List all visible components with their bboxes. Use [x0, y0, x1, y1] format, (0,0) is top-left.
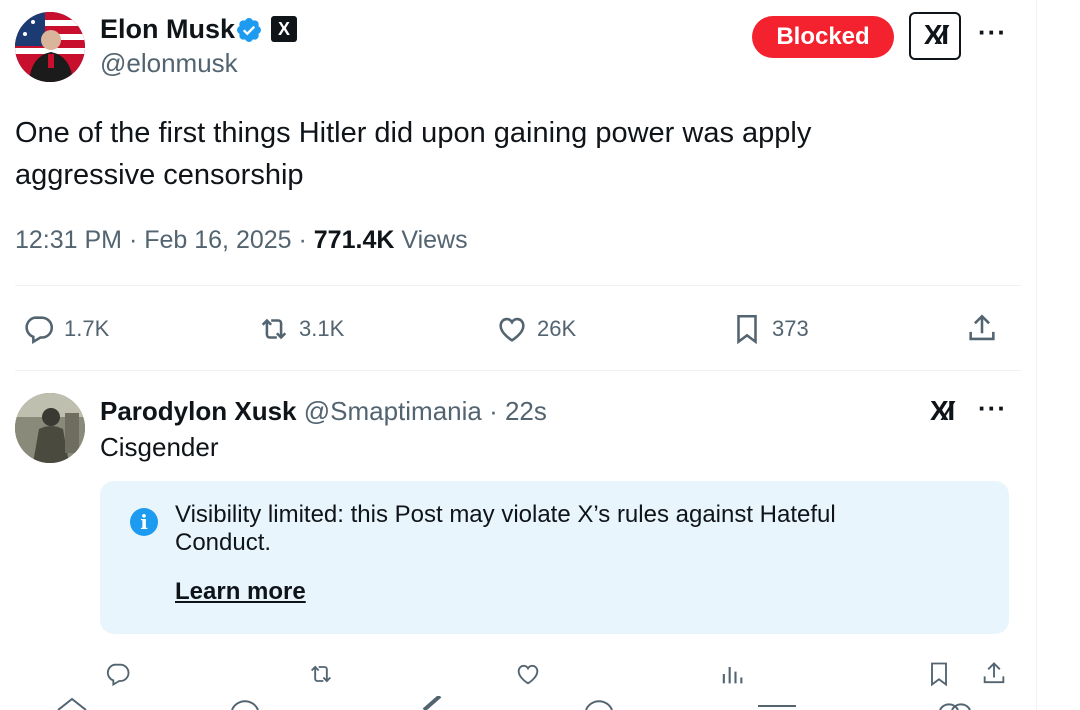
grok-button[interactable]: X⁄I — [909, 12, 961, 60]
divider — [15, 370, 1021, 371]
author-handle[interactable]: @elonmusk — [100, 46, 238, 80]
share-button[interactable] — [965, 312, 999, 346]
post-timestamp[interactable]: 12:31 PM · Feb 16, 2025 · — [15, 226, 314, 254]
more-options-icon[interactable]: ··· — [978, 19, 1007, 45]
reply-reply-button[interactable] — [104, 660, 132, 688]
x-affiliate-badge: X — [271, 16, 297, 42]
repost-count: 3.1K — [299, 316, 345, 341]
reply-icon — [106, 663, 130, 687]
repost-button[interactable]: 3.1K — [257, 312, 344, 346]
notice-text: Visibility limited: this Post may violat… — [175, 501, 836, 556]
verified-icon — [237, 18, 261, 42]
like-icon — [499, 317, 525, 342]
reply-like-button[interactable] — [514, 660, 542, 688]
reply-button[interactable]: 1.7K — [22, 312, 109, 346]
reply-repost-button[interactable] — [307, 660, 335, 688]
bottom-navigation — [0, 696, 1080, 710]
share-icon — [983, 662, 1005, 684]
reply-share-button[interactable] — [980, 660, 1008, 688]
post-meta: 12:31 PM · Feb 16, 2025 · 771.4K Views — [15, 224, 468, 256]
post-text: One of the first things Hitler did upon … — [15, 117, 812, 191]
reply-author-name[interactable]: Parodylon Xusk — [100, 396, 297, 426]
like-count: 26K — [537, 316, 577, 341]
views-count: 771.4K — [313, 226, 395, 254]
more-options-icon[interactable]: ··· — [978, 395, 1007, 421]
learn-more-link[interactable]: Learn more — [175, 578, 306, 606]
author-avatar[interactable] — [15, 12, 85, 82]
bookmark-icon — [737, 314, 757, 345]
share-icon — [969, 314, 995, 341]
repost-icon — [261, 318, 287, 340]
info-icon: i — [130, 508, 158, 536]
reply-count: 1.7K — [64, 316, 110, 341]
reply-avatar[interactable] — [15, 393, 85, 463]
like-button[interactable]: 26K — [495, 312, 576, 346]
views-label: Views — [394, 226, 468, 254]
bookmark-button[interactable]: 373 — [730, 312, 809, 346]
reply-icon — [25, 316, 54, 345]
bookmark-icon — [931, 662, 947, 687]
author-name[interactable]: Elon Musk — [100, 12, 235, 46]
grok-button[interactable]: X⁄I — [930, 396, 955, 426]
bookmark-count: 373 — [772, 316, 809, 341]
divider — [15, 285, 1021, 286]
like-icon — [517, 664, 539, 685]
reply-text: Cisgender — [100, 432, 219, 462]
visibility-notice: i Visibility limited: this Post may viol… — [100, 481, 1009, 634]
reply-views-button[interactable] — [718, 660, 746, 688]
reply-header: Parodylon Xusk @Smaptimania · 22s — [100, 394, 547, 428]
reply-bookmark-button[interactable] — [925, 660, 953, 688]
views-icon — [722, 667, 743, 684]
column-border — [1036, 0, 1037, 710]
blocked-button[interactable]: Blocked — [752, 16, 894, 58]
repost-icon — [311, 665, 331, 683]
reply-author-handle[interactable]: @Smaptimania · 22s — [304, 396, 547, 426]
